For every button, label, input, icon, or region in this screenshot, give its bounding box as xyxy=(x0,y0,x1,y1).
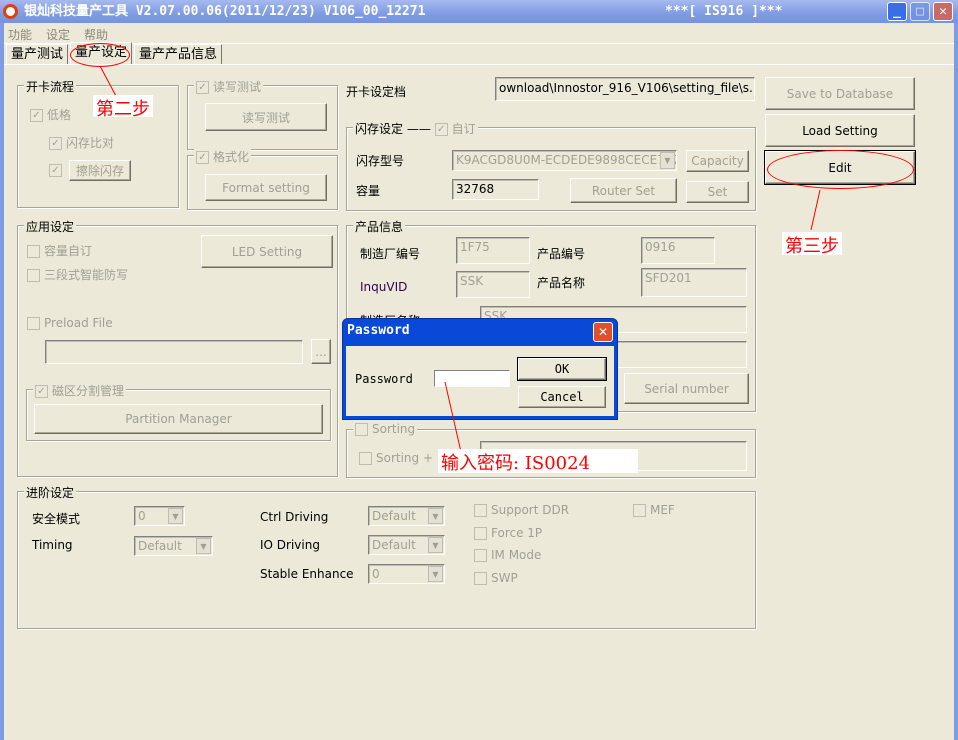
annotation-line-step2 xyxy=(99,65,117,97)
annotation-password-hint: 输入密码: IS0024 xyxy=(438,449,638,474)
annotation-step2: 第二步 xyxy=(93,95,153,120)
annotation-line-step3 xyxy=(810,189,821,231)
annotation-step3: 第三步 xyxy=(782,232,842,257)
annotation-line-password xyxy=(444,381,462,453)
annotation-ellipse-edit xyxy=(767,150,914,189)
